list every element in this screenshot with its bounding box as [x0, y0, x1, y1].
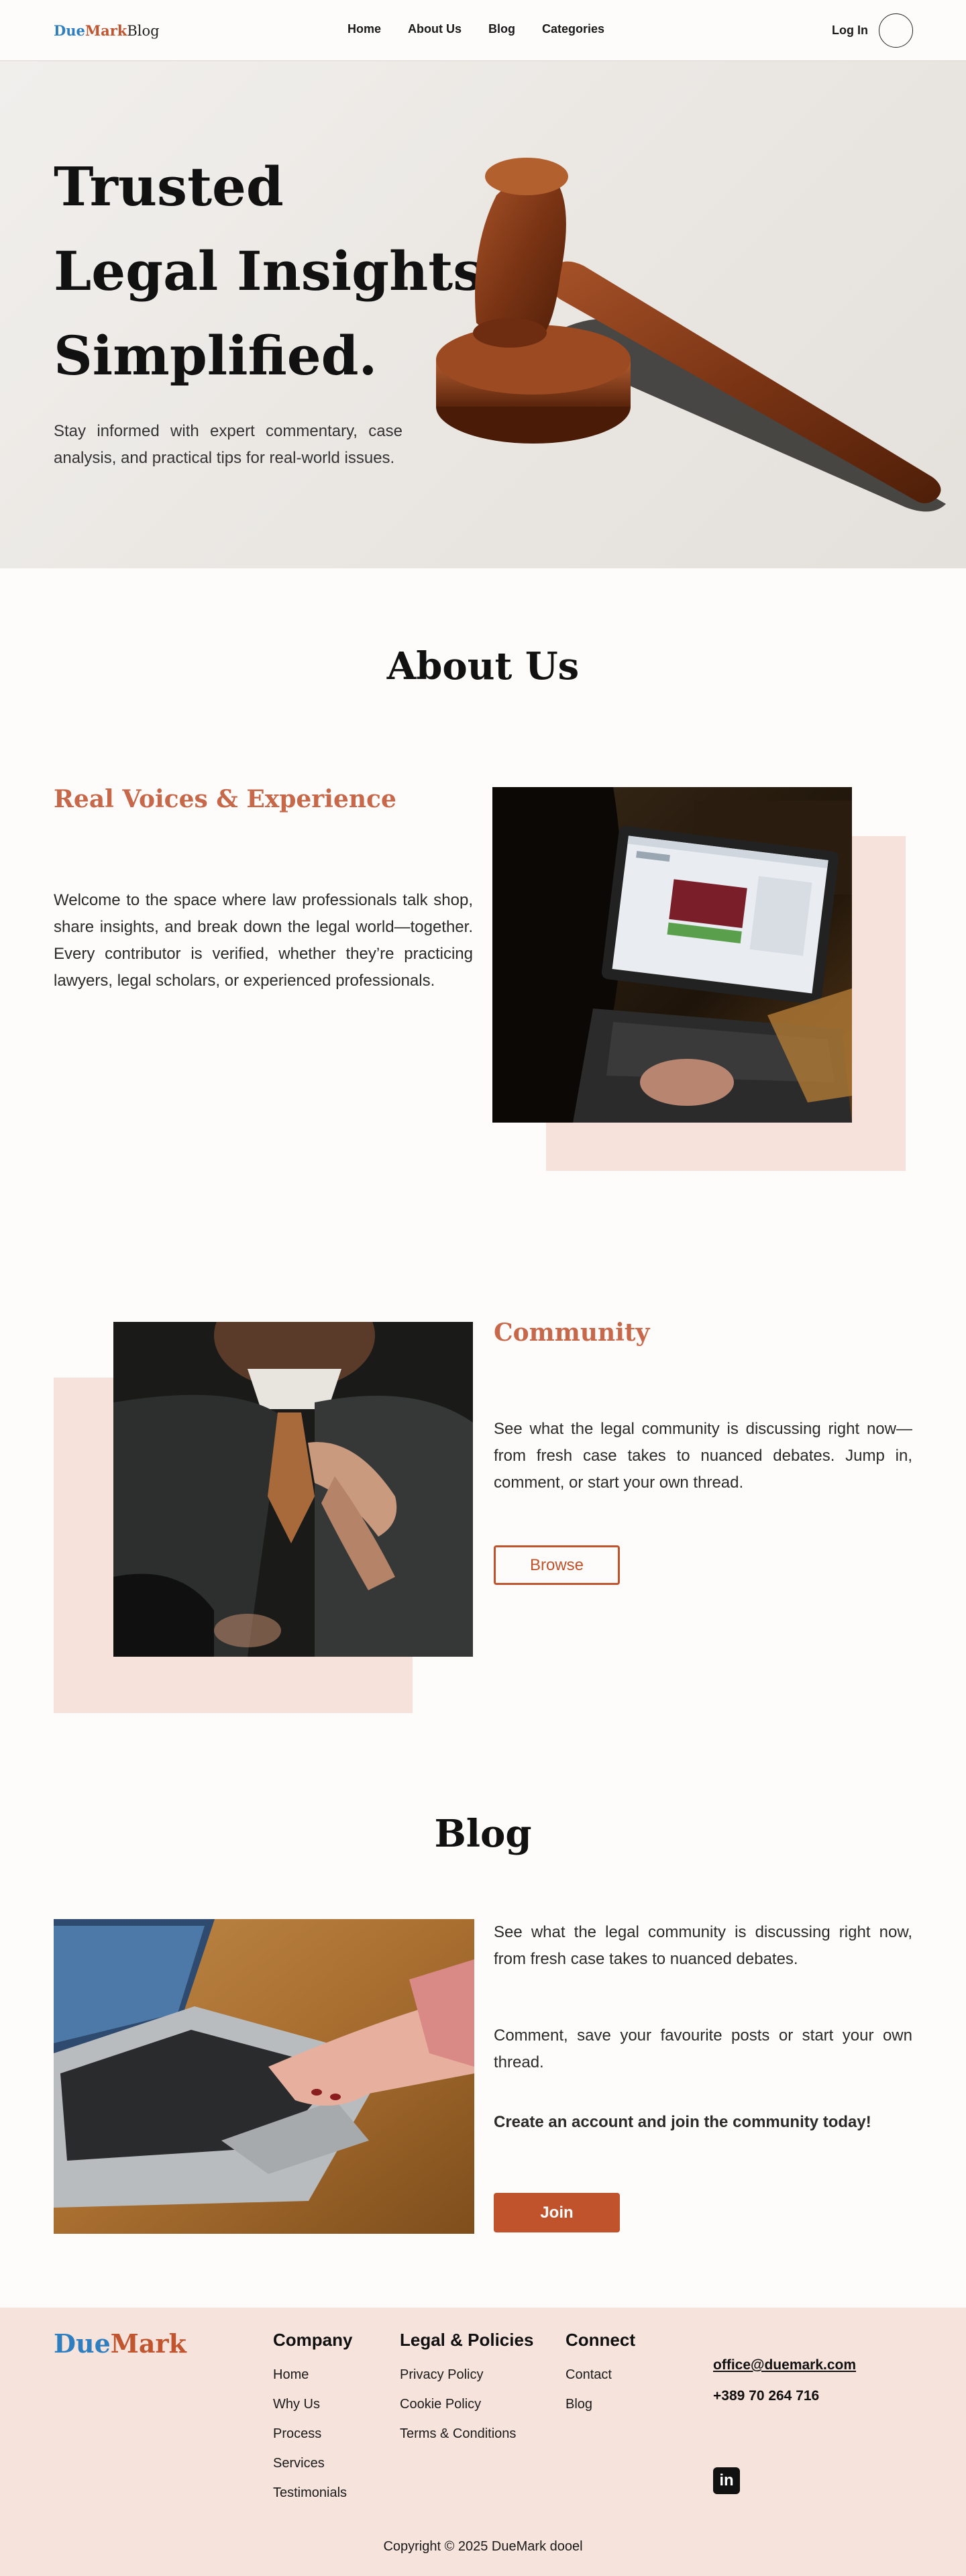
footer-link-cookie[interactable]: Cookie Policy — [400, 2389, 533, 2419]
footer-email-link[interactable]: office@duemark.com — [713, 2357, 856, 2373]
footer-logo-mark: Mark — [110, 2328, 186, 2359]
nav-home[interactable]: Home — [347, 22, 381, 36]
blog-paragraph-1: See what the legal community is discussi… — [494, 1923, 912, 1968]
footer-connect-heading: Connect — [566, 2330, 635, 2350]
footer-logo-due: Due — [54, 2328, 111, 2359]
nav-categories[interactable]: Categories — [542, 22, 604, 36]
voices-heading: Real Voices & Experience — [54, 785, 396, 813]
footer-link-process[interactable]: Process — [273, 2419, 352, 2449]
footer-logo[interactable]: DueMark — [54, 2328, 186, 2359]
logo-part-mark: Mark — [85, 22, 127, 39]
community-text: See what the legal community is discussi… — [494, 1420, 912, 1492]
footer-link-home[interactable]: Home — [273, 2360, 352, 2389]
blog-cta: Create an account and join the community… — [494, 2113, 871, 2131]
copyright-text: Copyright © 2025 DueMark dooel — [383, 2539, 583, 2554]
footer-phone: +389 70 264 716 — [713, 2388, 820, 2404]
community-heading: Community — [494, 1319, 650, 1347]
blog-title: Blog — [434, 1812, 532, 1856]
hero-subtitle: Stay informed with expert commentary, ca… — [54, 422, 402, 467]
linkedin-icon[interactable]: in — [713, 2467, 740, 2494]
footer-link-blog[interactable]: Blog — [566, 2389, 635, 2419]
footer-link-contact[interactable]: Contact — [566, 2360, 635, 2389]
footer-link-testimonials[interactable]: Testimonials — [273, 2478, 352, 2508]
linkedin-icon-label: in — [719, 2471, 734, 2489]
footer-company: Company Home Why Us Process Services Tes… — [273, 2330, 352, 2508]
join-button[interactable]: Join — [494, 2193, 620, 2232]
footer-link-why-us[interactable]: Why Us — [273, 2389, 352, 2419]
blog-paragraph-2: Comment, save your favourite posts or st… — [494, 2026, 912, 2071]
nav-about-us[interactable]: About Us — [408, 22, 462, 36]
browse-button[interactable]: Browse — [494, 1545, 620, 1585]
login-link[interactable]: Log In — [832, 23, 868, 38]
footer-company-heading: Company — [273, 2330, 353, 2350]
footer-link-terms[interactable]: Terms & Conditions — [400, 2419, 533, 2449]
laptop-photo — [492, 787, 852, 1123]
hero-section: Trusted Legal Insights, Simplified. Stay… — [0, 61, 966, 568]
suit-photo — [113, 1322, 473, 1657]
footer-link-services[interactable]: Services — [273, 2449, 352, 2478]
logo-part-due: Due — [54, 22, 85, 39]
site-header: DueMarkBlog Home About Us Blog Categorie… — [0, 0, 966, 61]
voices-text: Welcome to the space where law professio… — [54, 891, 473, 990]
main-nav: Home About Us Blog Categories — [347, 22, 631, 36]
logo-part-blog: Blog — [127, 23, 160, 39]
nav-blog[interactable]: Blog — [488, 22, 515, 36]
footer-connect: Connect Contact Blog — [566, 2330, 635, 2419]
footer-legal-heading: Legal & Policies — [400, 2330, 534, 2350]
footer-link-privacy[interactable]: Privacy Policy — [400, 2360, 533, 2389]
site-footer: DueMark Company Home Why Us Process Serv… — [0, 2308, 966, 2576]
user-avatar-icon[interactable] — [879, 13, 913, 48]
site-logo[interactable]: DueMarkBlog — [54, 22, 160, 39]
footer-legal: Legal & Policies Privacy Policy Cookie P… — [400, 2330, 533, 2449]
blog-laptop-photo — [54, 1919, 474, 2234]
gavel-image — [436, 158, 946, 512]
about-title: About Us — [386, 644, 580, 688]
